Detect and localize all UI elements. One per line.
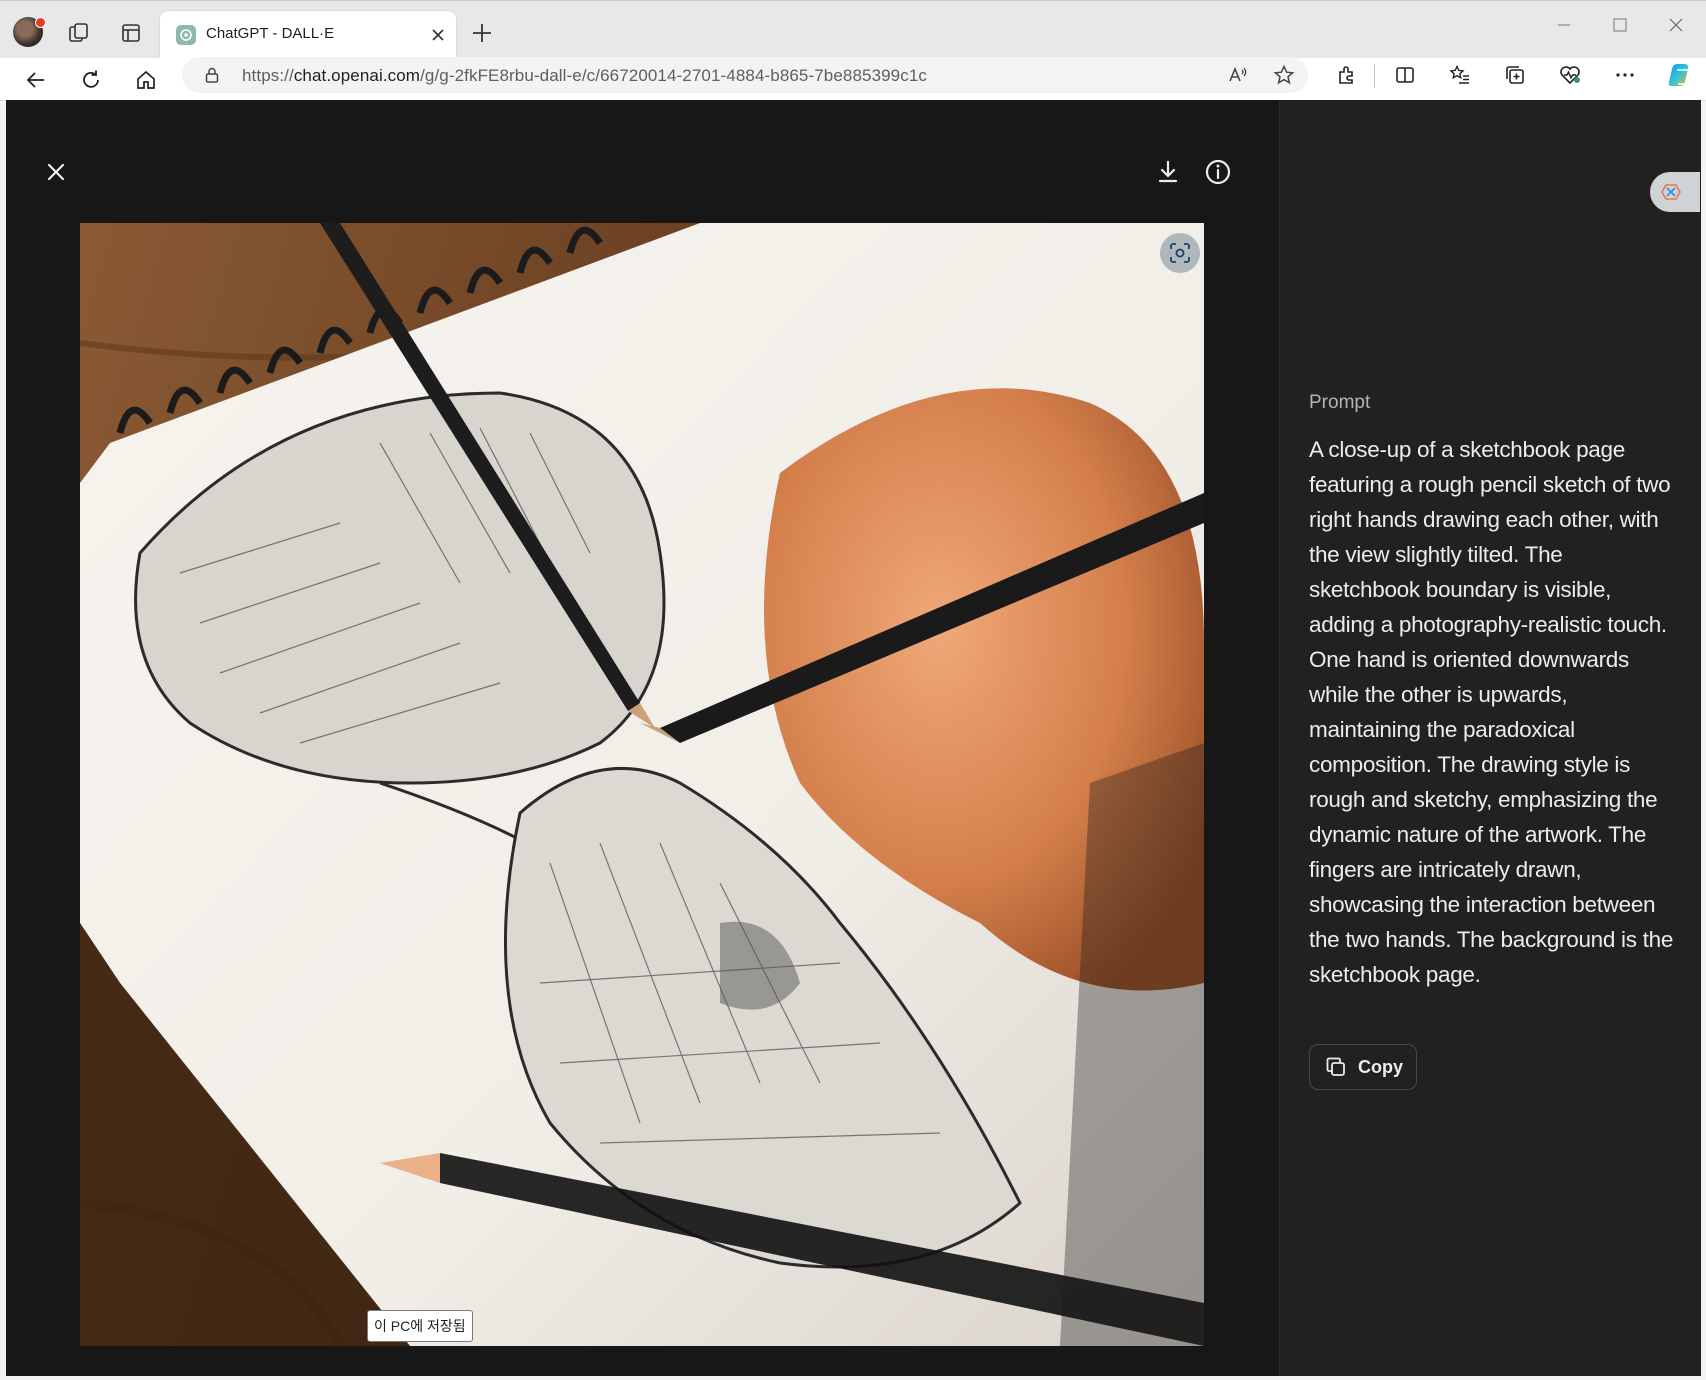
saved-to-pc-tooltip: 이 PC에 저장됨 [367,1310,473,1342]
sketch-hands-illustration [80,223,1204,1346]
url-text[interactable]: https://chat.openai.com/g/g-2fkFE8rbu-da… [242,66,927,86]
url-host: chat.openai.com [293,66,421,85]
favorite-star-icon[interactable] [1272,63,1296,87]
tab-title: ChatGPT - DALL·E [206,25,335,42]
download-icon[interactable] [1152,156,1184,188]
notification-dot [35,17,46,28]
close-icon[interactable] [40,156,72,188]
close-window-icon[interactable] [1664,13,1688,37]
active-tab[interactable]: ChatGPT - DALL·E [160,11,456,59]
maximize-icon[interactable] [1608,13,1632,37]
tab-actions-icon[interactable] [118,20,144,46]
workspaces-icon[interactable] [66,20,92,46]
copilot-icon[interactable] [1664,59,1696,91]
new-tab-icon[interactable] [470,21,494,45]
url-path: /g/g-2fkFE8rbu-dall-e/c/66720014-2701-48… [420,66,927,85]
copy-label: Copy [1358,1056,1403,1077]
sidebar-extension-icon[interactable] [1650,172,1700,212]
generated-image [80,223,1204,1346]
favorites-icon[interactable] [1447,62,1473,88]
url-scheme: https:// [242,66,294,85]
browser-essentials-icon[interactable] [1557,62,1583,88]
chatgpt-favicon [176,25,196,45]
prompt-label: Prompt [1309,392,1371,413]
extensions-icon[interactable] [1334,62,1360,88]
browser-title-bar: ChatGPT - DALL·E [0,0,1706,59]
home-icon[interactable] [132,66,160,94]
split-screen-icon[interactable] [1392,62,1418,88]
lens-icon[interactable] [1160,233,1200,273]
copy-button[interactable]: Copy [1309,1044,1417,1090]
minimize-icon[interactable] [1552,13,1576,37]
lock-icon[interactable] [202,65,222,85]
read-aloud-icon[interactable] [1226,63,1250,87]
info-icon[interactable] [1202,156,1234,188]
image-viewer: 이 PC에 저장됨 [6,100,1278,1376]
copy-icon [1326,1057,1345,1076]
refresh-icon[interactable] [77,66,105,94]
collections-icon[interactable] [1502,62,1528,88]
address-bar[interactable]: https://chat.openai.com/g/g-2fkFE8rbu-da… [182,57,1308,93]
back-icon[interactable] [22,66,50,94]
toolbar-separator [1374,64,1375,88]
more-icon[interactable] [1612,62,1638,88]
prompt-text: A close-up of a sketchbook page featurin… [1309,437,1674,987]
close-tab-icon[interactable] [428,25,448,45]
